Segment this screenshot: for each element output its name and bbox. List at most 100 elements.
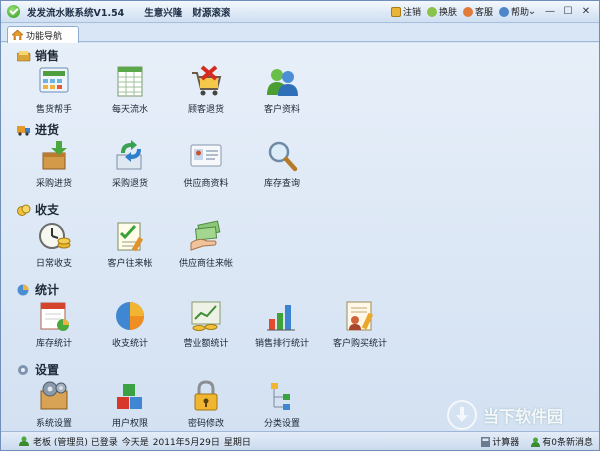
system-settings-label: 系统设置 [35, 419, 72, 429]
logout-button[interactable]: 注销 [390, 5, 421, 18]
message-icon [531, 437, 541, 447]
watermark-text: 当下软件园 [483, 407, 564, 426]
section-finance-header: 收支 [17, 201, 59, 218]
tree-hierarchy-icon [271, 383, 290, 410]
dropdown-button[interactable]: ⌄ [525, 4, 539, 18]
status-right: 计算器 有0条新消息 [481, 435, 593, 448]
revenue-stats-button[interactable]: 营业额统计 [171, 299, 241, 359]
report-user-icon [346, 301, 374, 331]
title-bar: 发发流水账系统V1.54 生意兴隆 财源滚滚 注销 换肤 客服 帮助 ⌄ — ☐… [1, 1, 599, 23]
home-icon [12, 30, 23, 40]
settings-box-icon [40, 381, 68, 410]
window-controls: ⌄ — ☐ ✕ [525, 4, 593, 18]
section-sales-title: 销售 [35, 49, 60, 63]
watermark: 当下软件园 [447, 397, 597, 433]
daily-income-expense-label: 日常收支 [35, 259, 72, 269]
daily-income-expense-button[interactable]: 日常收支 [19, 219, 89, 279]
id-card-icon [190, 144, 222, 167]
padlock-icon [194, 380, 218, 411]
supplier-account-label: 供应商往来帐 [178, 259, 233, 269]
customer-account-label: 客户往来帐 [107, 259, 153, 269]
help-icon [498, 6, 509, 17]
purchase-return-button[interactable]: 采购退货 [95, 139, 165, 199]
section-finance-title: 收支 [35, 203, 60, 217]
close-button[interactable]: ✕ [579, 4, 593, 18]
app-window: 发发流水账系统V1.54 生意兴隆 财源滚滚 注销 换肤 客服 帮助 ⌄ — ☐… [0, 0, 600, 451]
checklist-icon [117, 222, 144, 252]
customer-return-label: 顾客退货 [187, 105, 224, 115]
customer-service-label: 客服 [474, 8, 493, 18]
cash-register-icon [39, 67, 69, 93]
change-password-button[interactable]: 密码修改 [171, 379, 241, 439]
status-bar: 老板 (管理员) 已登录 今天是 2011年5月29日 星期日 计算器 有0条新… [1, 431, 599, 450]
customer-return-button[interactable]: 顾客退货 [171, 65, 241, 125]
category-settings-button[interactable]: 分类设置 [247, 379, 317, 439]
user-permissions-button[interactable]: 用户权限 [95, 379, 165, 439]
calculator-button[interactable]: 计算器 [481, 435, 519, 448]
calculator-icon [481, 436, 491, 447]
function-panel: 销售 售货帮手 每天流水 顾客退货 客户资料 进货 采购进货 采购退货 供应商资… [1, 43, 599, 431]
supplier-info-button[interactable]: 供应商资料 [171, 139, 241, 199]
spreadsheet-icon [117, 66, 143, 97]
supplier-account-button[interactable]: 供应商往来帐 [171, 219, 241, 279]
inventory-query-button[interactable]: 库存查询 [247, 139, 317, 199]
purchase-return-label: 采购退货 [111, 179, 148, 189]
bar-chart-icon [267, 305, 295, 331]
person-icon [426, 6, 437, 17]
users-icon [267, 69, 298, 96]
logout-label: 注销 [402, 8, 421, 18]
app-logo-icon [7, 5, 20, 18]
lock-icon [390, 6, 401, 17]
tab-bar: 功能导航 [1, 24, 599, 43]
section-settings-header: 设置 [17, 361, 59, 378]
current-weekday: 星期日 [223, 437, 251, 448]
daily-ledger-button[interactable]: 每天流水 [95, 65, 165, 125]
slogan-2: 财源滚滚 [192, 7, 231, 19]
change-password-label: 密码修改 [187, 419, 224, 429]
pie-icon [17, 284, 29, 295]
gear-icon [18, 364, 28, 375]
today-label: 今天是 [121, 437, 149, 448]
app-title: 发发流水账系统V1.54 [27, 7, 125, 19]
purchase-in-button[interactable]: 采购进货 [19, 139, 89, 199]
section-sales-header: 销售 [17, 47, 59, 64]
system-settings-button[interactable]: 系统设置 [19, 379, 89, 439]
sales-helper-button[interactable]: 售货帮手 [19, 65, 89, 125]
coins-icon [17, 204, 31, 216]
section-purchase-header: 进货 [17, 121, 59, 138]
minimize-button[interactable]: — [543, 4, 557, 18]
inventory-stats-button[interactable]: 库存统计 [19, 299, 89, 359]
messages-label: 有0条新消息 [542, 438, 593, 448]
inventory-query-label: 库存查询 [263, 179, 300, 189]
income-expense-stats-button[interactable]: 收支统计 [95, 299, 165, 359]
money-hand-icon [190, 220, 221, 251]
income-expense-stats-label: 收支统计 [111, 339, 148, 349]
customer-purchase-stats-button[interactable]: 客户购买统计 [325, 299, 395, 359]
purchase-in-label: 采购进货 [35, 179, 72, 189]
clock-coins-icon [39, 223, 71, 249]
magnifier-icon [268, 141, 298, 172]
blocks-icon [117, 384, 142, 409]
section-purchase-title: 进货 [35, 123, 60, 137]
category-settings-label: 分类设置 [263, 419, 300, 429]
calculator-label: 计算器 [492, 438, 520, 448]
login-status: 老板 (管理员) 已登录 [33, 437, 118, 448]
user-status-icon [19, 436, 29, 446]
sales-ranking-stats-button[interactable]: 销售排行统计 [247, 299, 317, 359]
coin-stack-chart-icon [191, 301, 221, 331]
slogan-1: 生意兴隆 [144, 7, 183, 19]
customer-info-button[interactable]: 客户资料 [247, 65, 317, 125]
support-icon [462, 6, 473, 17]
tab-function-nav[interactable]: 功能导航 [7, 26, 79, 43]
maximize-button[interactable]: ☐ [561, 4, 575, 18]
pie-chart-icon [116, 302, 144, 330]
customer-account-button[interactable]: 客户往来帐 [95, 219, 165, 279]
section-stats-title: 统计 [35, 283, 60, 297]
cash-icon [17, 50, 31, 61]
truck-icon [17, 125, 30, 136]
customer-service-button[interactable]: 客服 [462, 5, 493, 18]
switch-skin-button[interactable]: 换肤 [426, 5, 457, 18]
messages-button[interactable]: 有0条新消息 [531, 435, 593, 448]
inventory-stats-label: 库存统计 [35, 339, 72, 349]
status-left: 老板 (管理员) 已登录 今天是 2011年5月29日 星期日 [19, 435, 251, 448]
